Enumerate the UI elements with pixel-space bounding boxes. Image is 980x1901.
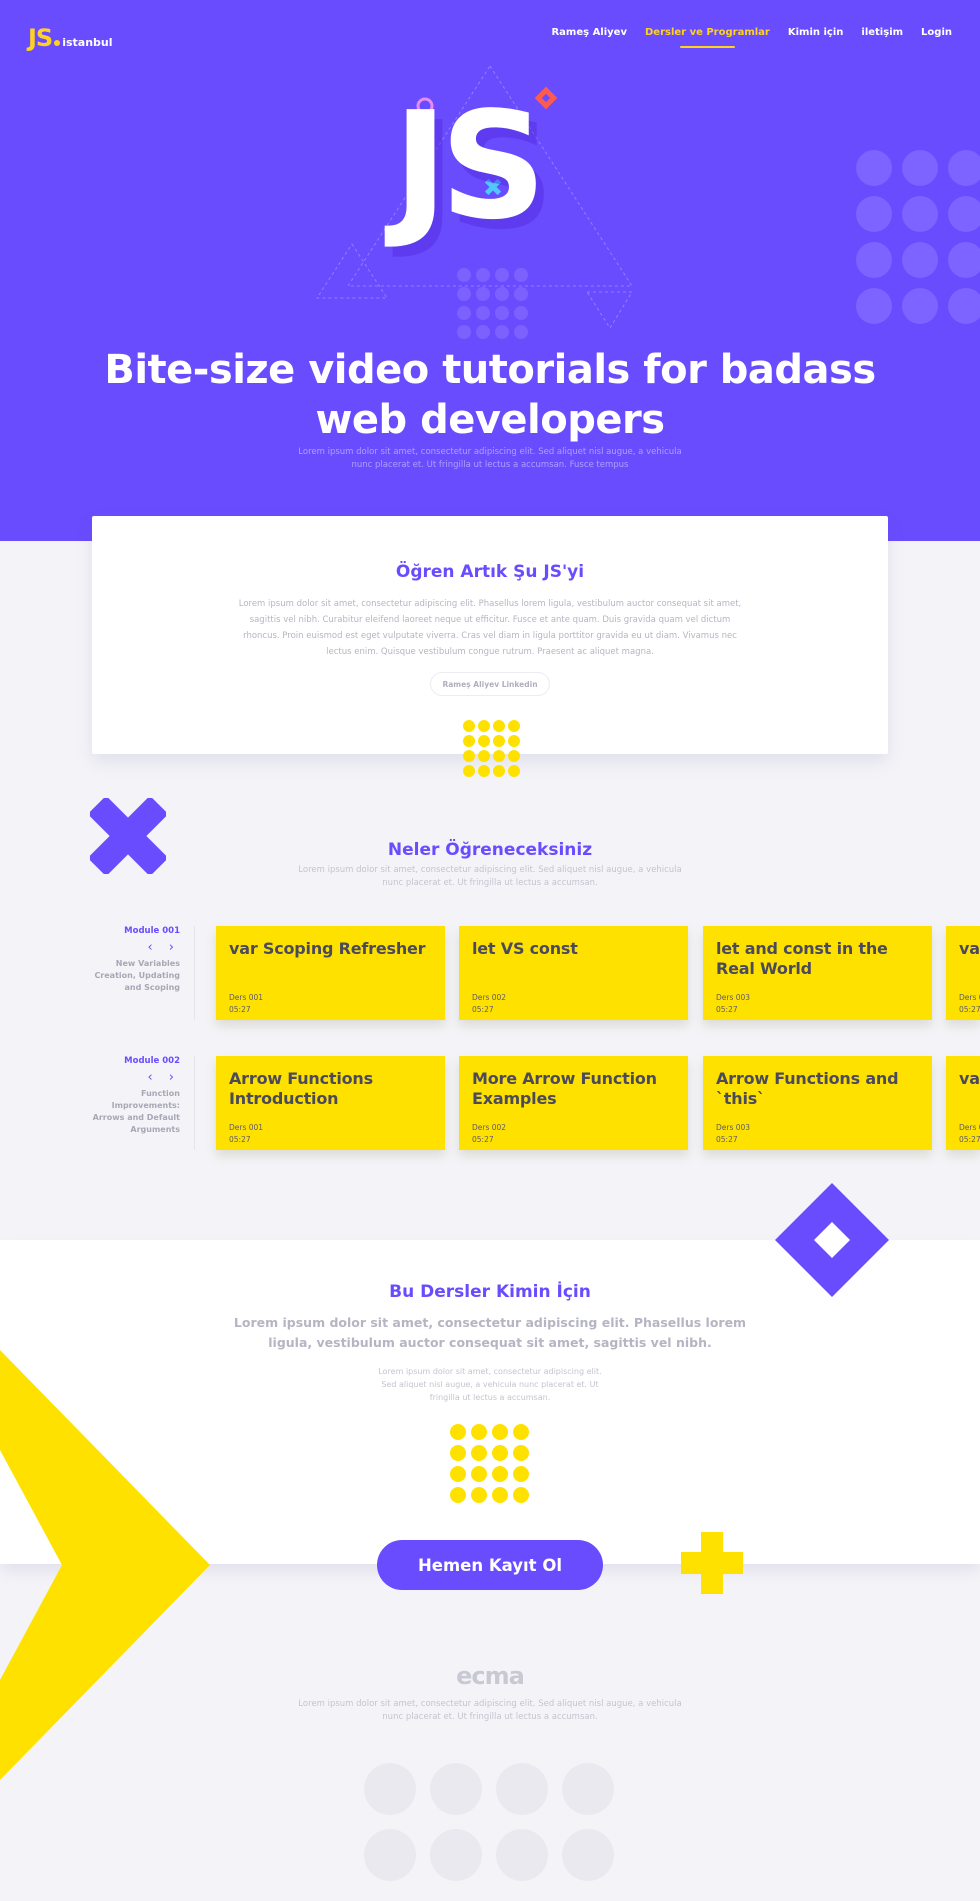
lesson-title: More Arrow Function Examples bbox=[472, 1069, 657, 1108]
lesson-number: Ders 003 bbox=[716, 1123, 751, 1132]
module-description: New Variables Creation, Updating and Sco… bbox=[94, 959, 180, 992]
lesson-card[interactable]: Arrow Functions and `this` Ders 003 05:2… bbox=[703, 1056, 932, 1150]
lesson-duration: 05:27 bbox=[959, 1005, 980, 1014]
audience-text: Lorem ipsum dolor sit amet, consectetur … bbox=[378, 1367, 602, 1402]
lesson-title: va bbox=[959, 1069, 980, 1088]
yellow-dot-grid-large bbox=[450, 1424, 529, 1503]
lesson-number: Ders 0 bbox=[959, 1123, 980, 1132]
hero-title-line2: web developers bbox=[315, 397, 665, 443]
hero-dot-grid-right bbox=[856, 150, 980, 324]
lesson-duration: 05:27 bbox=[472, 1005, 494, 1014]
lesson-number: Ders 002 bbox=[472, 1123, 507, 1132]
nav-item-kimin-icin[interactable]: Kimin için bbox=[788, 27, 844, 38]
nav-item-rames-aliyev[interactable]: Rameş Aliyev bbox=[551, 27, 627, 38]
nav-item-login[interactable]: Login bbox=[921, 27, 952, 38]
nav-item-dersler[interactable]: Dersler ve Programlar bbox=[645, 27, 770, 48]
logo-mark: JS bbox=[28, 24, 53, 52]
lesson-number: Ders 001 bbox=[229, 993, 264, 1002]
hero-js-logo: JS bbox=[393, 80, 547, 252]
main-nav: Rameş Aliyev Dersler ve Programlar Kimin… bbox=[551, 27, 952, 48]
logo-text: istanbul bbox=[62, 36, 113, 49]
module-nav-arrows[interactable]: ‹ › bbox=[90, 1070, 180, 1085]
lesson-title: let and const in the Real World bbox=[716, 939, 888, 978]
purple-diamond-icon bbox=[775, 1183, 889, 1297]
lesson-card-partial[interactable]: va Ders 0 05:27 bbox=[946, 1056, 980, 1150]
lesson-duration: 05:27 bbox=[959, 1135, 980, 1144]
lesson-title: var Scoping Refresher bbox=[229, 939, 426, 958]
lesson-card[interactable]: More Arrow Function Examples Ders 002 05… bbox=[459, 1056, 688, 1150]
lesson-title: let VS const bbox=[472, 939, 578, 958]
module-nav-arrows[interactable]: ‹ › bbox=[90, 940, 180, 955]
hero-title: Bite-size video tutorials for badass web… bbox=[0, 345, 980, 445]
hero-subtitle: Lorem ipsum dolor sit amet, consectetur … bbox=[298, 447, 682, 470]
lesson-card[interactable]: Arrow Functions Introduction Ders 001 05… bbox=[216, 1056, 445, 1150]
yellow-chevron-shape bbox=[0, 1350, 210, 1780]
site-logo[interactable]: JS istanbul bbox=[28, 24, 113, 52]
lesson-duration: 05:27 bbox=[716, 1005, 738, 1014]
lesson-card-partial[interactable]: va Ders 0 05:27 bbox=[946, 926, 980, 1020]
lesson-title: va bbox=[959, 939, 980, 958]
hero-dot-grid-center bbox=[457, 268, 528, 339]
audience-title: Bu Dersler Kimin İçin bbox=[389, 1282, 591, 1302]
nav-item-iletisim[interactable]: iletişim bbox=[861, 27, 903, 38]
lesson-card[interactable]: let VS const Ders 002 05:27 bbox=[459, 926, 688, 1020]
hero-title-line1: Bite-size video tutorials for badass bbox=[104, 347, 876, 393]
lesson-card[interactable]: let and const in the Real World Ders 003… bbox=[703, 926, 932, 1020]
footer-text: Lorem ipsum dolor sit amet, consectetur … bbox=[298, 1699, 682, 1722]
lesson-title: Arrow Functions and `this` bbox=[716, 1069, 899, 1108]
learn-subtitle: Lorem ipsum dolor sit amet, consectetur … bbox=[298, 865, 682, 888]
lesson-duration: 05:27 bbox=[229, 1135, 251, 1144]
lesson-duration: 05:27 bbox=[229, 1005, 251, 1014]
intro-text: Lorem ipsum dolor sit amet, consectetur … bbox=[238, 599, 742, 657]
module-label: Module 001 bbox=[124, 926, 180, 936]
linkedin-button[interactable]: Rameş Aliyev Linkedin bbox=[430, 672, 550, 696]
module-label: Module 002 bbox=[124, 1056, 180, 1066]
module-description: Function Improvements: Arrows and Defaul… bbox=[92, 1089, 180, 1134]
dashed-triangle-small bbox=[316, 243, 388, 299]
learn-title: Neler Öğreneceksiniz bbox=[387, 840, 593, 860]
audience-lead: Lorem ipsum dolor sit amet, consectetur … bbox=[233, 1315, 747, 1350]
lesson-duration: 05:27 bbox=[716, 1135, 738, 1144]
lesson-number: Ders 001 bbox=[229, 1123, 264, 1132]
hero-section: JS JS istanbul Rameş Aliyev Dersler ve P… bbox=[0, 0, 980, 541]
lesson-number: Ders 0 bbox=[959, 993, 980, 1002]
gray-dot-grid bbox=[364, 1763, 614, 1881]
dashed-triangle-inverted bbox=[586, 291, 633, 329]
intro-title: Öğren Artık Şu JS'yi bbox=[395, 562, 585, 582]
purple-x-icon bbox=[90, 798, 166, 874]
module-divider bbox=[194, 1056, 195, 1150]
module-divider bbox=[194, 926, 195, 1020]
yellow-plus-icon-large bbox=[681, 1532, 743, 1594]
lesson-duration: 05:27 bbox=[472, 1135, 494, 1144]
lesson-card[interactable]: var Scoping Refresher Ders 001 05:27 bbox=[216, 926, 445, 1020]
lesson-title: Arrow Functions Introduction bbox=[229, 1069, 373, 1108]
intro-card: Öğren Artık Şu JS'yi Lorem ipsum dolor s… bbox=[92, 516, 888, 754]
yellow-dot-grid-small bbox=[463, 720, 520, 777]
ecma-logo: ecma bbox=[456, 1662, 525, 1690]
signup-button[interactable]: Hemen Kayıt Ol bbox=[377, 1540, 603, 1590]
module-info: Module 001 ‹ › New Variables Creation, U… bbox=[90, 926, 180, 994]
logo-dot bbox=[54, 40, 61, 46]
module-info: Module 002 ‹ › Function Improvements: Ar… bbox=[90, 1056, 180, 1136]
lesson-number: Ders 002 bbox=[472, 993, 507, 1002]
lesson-number: Ders 003 bbox=[716, 993, 751, 1002]
